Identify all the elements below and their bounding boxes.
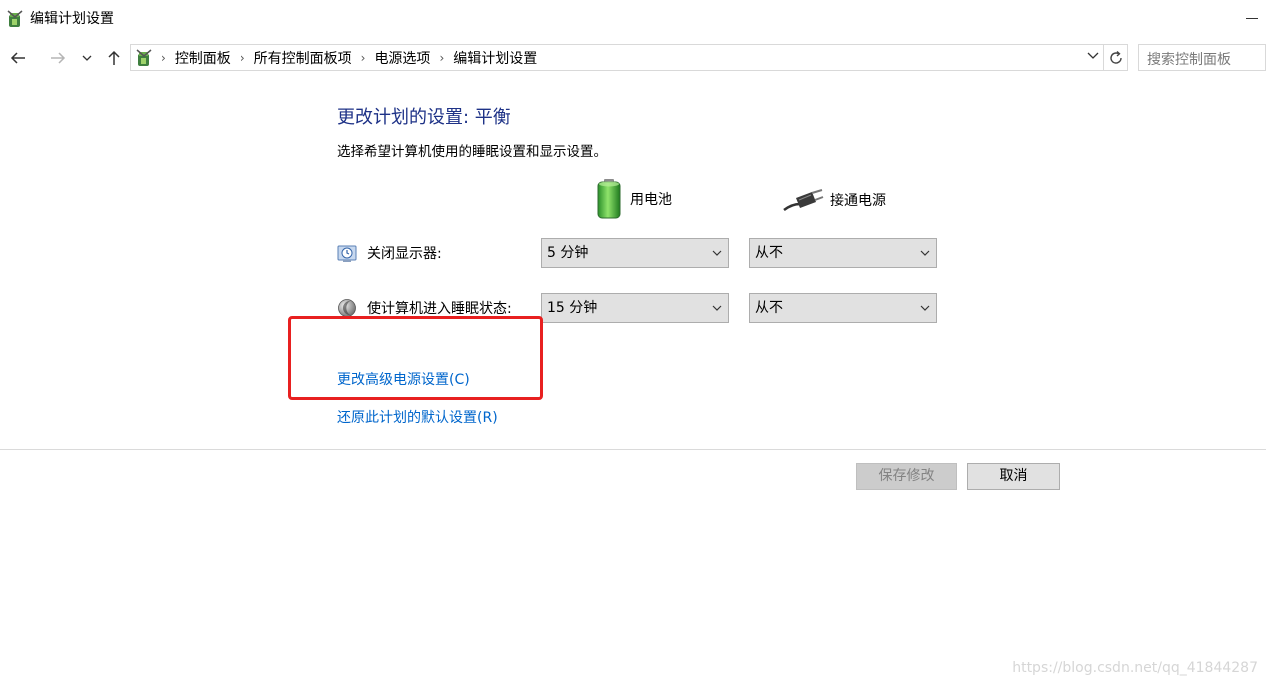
power-options-icon <box>136 49 152 66</box>
breadcrumb-item-edit-plan[interactable]: 编辑计划设置 <box>453 48 537 68</box>
select-value: 5 分钟 <box>547 245 589 261</box>
select-value: 从不 <box>755 245 783 261</box>
chevron-down-icon <box>920 250 930 256</box>
up-button[interactable] <box>104 48 124 68</box>
search-placeholder: 搜索控制面板 <box>1147 52 1231 68</box>
chevron-right-icon[interactable]: › <box>161 51 166 65</box>
chevron-down-icon <box>1087 52 1099 59</box>
sleep-plugged-select[interactable]: 从不 <box>749 293 937 323</box>
arrow-up-icon <box>108 50 120 65</box>
refresh-icon <box>1109 50 1122 64</box>
chevron-down-icon <box>712 250 722 256</box>
display-timer-icon <box>337 245 357 262</box>
minimize-button[interactable] <box>1246 18 1258 19</box>
sleep-moon-icon <box>338 299 356 317</box>
chevron-right-icon[interactable]: › <box>439 51 444 65</box>
turn-off-display-battery-select[interactable]: 5 分钟 <box>541 238 729 268</box>
chevron-right-icon[interactable]: › <box>240 51 245 65</box>
battery-label: 用电池 <box>630 192 672 208</box>
cancel-button[interactable]: 取消 <box>967 463 1060 490</box>
page-description: 选择希望计算机使用的睡眠设置和显示设置。 <box>337 144 607 160</box>
sleep-battery-select[interactable]: 15 分钟 <box>541 293 729 323</box>
column-header-plugged-in: 接通电源 <box>782 184 886 216</box>
turn-off-display-label: 关闭显示器: <box>367 246 442 262</box>
select-value: 从不 <box>755 300 783 316</box>
arrow-left-icon <box>10 52 25 64</box>
arrow-right-icon <box>51 52 66 64</box>
breadcrumb: › 控制面板 › 所有控制面板项 › 电源选项 › 编辑计划设置 <box>161 45 537 70</box>
breadcrumb-item-all-items[interactable]: 所有控制面板项 <box>254 48 352 68</box>
breadcrumb-item-control-panel[interactable]: 控制面板 <box>175 48 231 68</box>
watermark: https://blog.csdn.net/qq_41844287 <box>1012 660 1258 676</box>
battery-icon <box>597 179 621 219</box>
forward-button[interactable] <box>48 48 68 68</box>
page-title: 更改计划的设置: 平衡 <box>337 107 511 128</box>
breadcrumb-item-power-options[interactable]: 电源选项 <box>374 48 430 68</box>
plugged-in-label: 接通电源 <box>830 193 886 209</box>
advanced-power-settings-link[interactable]: 更改高级电源设置(C) <box>337 371 470 389</box>
power-options-icon <box>7 10 23 27</box>
divider <box>0 449 1266 450</box>
refresh-button[interactable] <box>1104 44 1128 71</box>
chevron-down-icon <box>920 305 930 311</box>
column-header-battery: 用电池 <box>594 178 672 220</box>
recent-locations-button[interactable] <box>79 48 95 68</box>
select-value: 15 分钟 <box>547 300 598 316</box>
address-dropdown-button[interactable] <box>1087 50 1099 64</box>
restore-defaults-link[interactable]: 还原此计划的默认设置(R) <box>337 409 498 427</box>
address-bar[interactable]: › 控制面板 › 所有控制面板项 › 电源选项 › 编辑计划设置 <box>130 44 1104 71</box>
navigation-bar: › 控制面板 › 所有控制面板项 › 电源选项 › 编辑计划设置 搜索控制面板 <box>0 40 1266 76</box>
search-input[interactable]: 搜索控制面板 <box>1138 44 1266 71</box>
turn-off-display-plugged-select[interactable]: 从不 <box>749 238 937 268</box>
back-button[interactable] <box>8 48 28 68</box>
window-title: 编辑计划设置 <box>30 11 114 27</box>
chevron-down-icon <box>712 305 722 311</box>
chevron-right-icon[interactable]: › <box>361 51 366 65</box>
title-bar: 编辑计划设置 <box>0 0 1266 38</box>
power-plug-icon <box>783 189 824 212</box>
chevron-down-icon <box>82 55 92 61</box>
save-changes-button[interactable]: 保存修改 <box>856 463 957 490</box>
